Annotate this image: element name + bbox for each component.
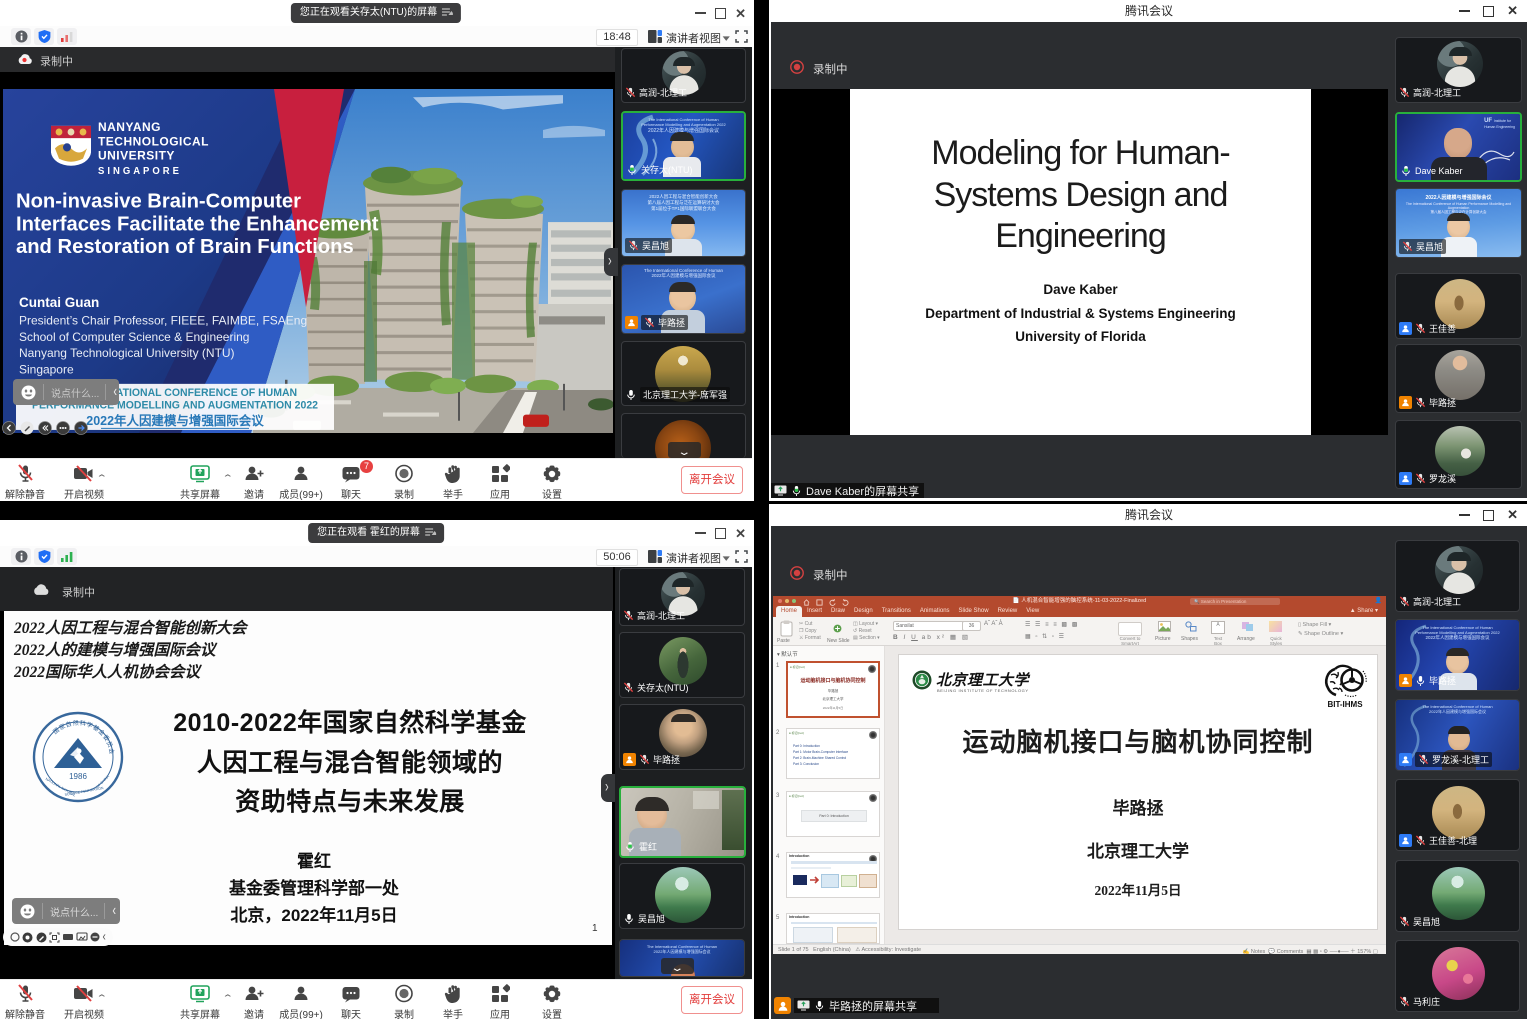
svg-text:2022年人因建模与增强国际会议: 2022年人因建模与增强国际会议 <box>86 413 264 428</box>
svg-text:Singapore: Singapore <box>19 362 74 376</box>
svg-text:Cuntai Guan: Cuntai Guan <box>19 295 99 310</box>
svg-text:UNIVERSITY: UNIVERSITY <box>98 149 175 163</box>
svg-text:and Restoration of Brain Funct: and Restoration of Brain Functions <box>16 235 354 258</box>
svg-text:School of Computer Science & E: School of Computer Science & Engineering <box>19 330 249 344</box>
svg-text:1986: 1986 <box>69 772 87 781</box>
svg-text:SINGAPORE: SINGAPORE <box>98 166 182 177</box>
svg-text:President’s Chair Professor, F: President’s Chair Professor, FIEEE, FAIM… <box>19 313 307 327</box>
svg-text:TECHNOLOGICAL: TECHNOLOGICAL <box>98 134 209 148</box>
svg-text:NANYANG: NANYANG <box>98 120 161 134</box>
svg-text:Interfaces Facilitate the Enha: Interfaces Facilitate the Enhancement <box>16 212 379 235</box>
svg-text:Non-invasive Brain-Computer: Non-invasive Brain-Computer <box>16 190 301 213</box>
svg-text:Nanyang Technological Universi: Nanyang Technological University (NTU) <box>19 346 235 360</box>
